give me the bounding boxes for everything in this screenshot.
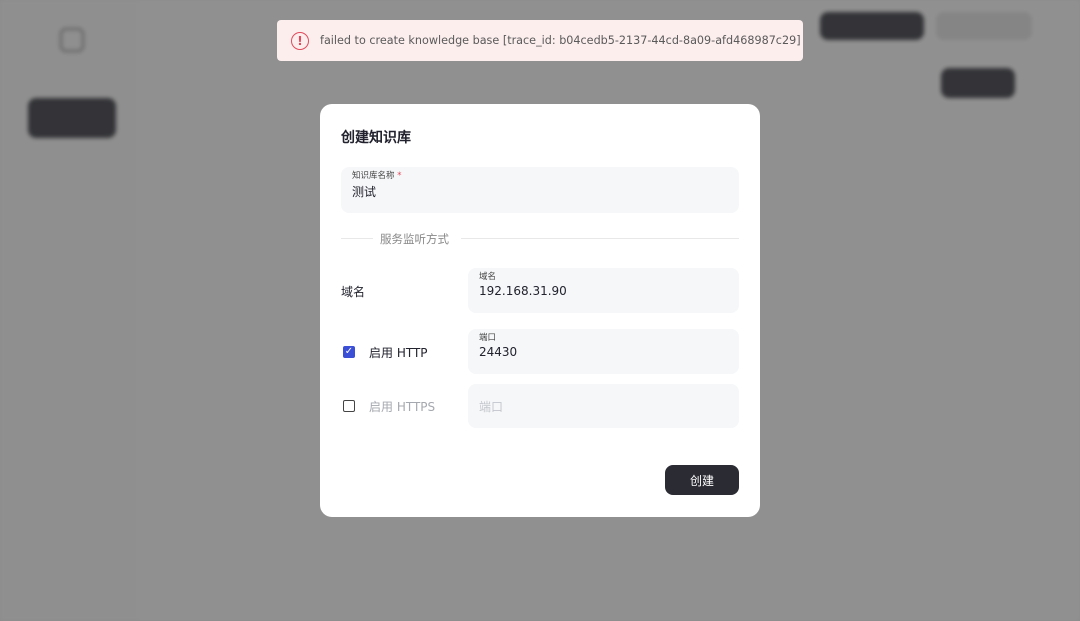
enable-https-checkbox[interactable]: [343, 400, 355, 412]
domain-field-value[interactable]: 192.168.31.90: [479, 284, 567, 298]
domain-row-label: 域名: [341, 285, 366, 299]
domain-field[interactable]: 域名 192.168.31.90: [468, 268, 739, 313]
http-port-field[interactable]: 端口 24430: [468, 329, 739, 374]
create-button[interactable]: 创建: [665, 465, 739, 495]
error-toast: ! failed to create knowledge base [trace…: [277, 20, 803, 61]
knowledge-base-name-field[interactable]: 知识库名称 * 测试: [341, 167, 739, 213]
enable-http-label: 启用 HTTP: [369, 346, 428, 360]
name-field-value[interactable]: 测试: [352, 183, 376, 200]
enable-http-checkbox[interactable]: ✓: [343, 346, 355, 358]
create-knowledge-base-dialog: 创建知识库 知识库名称 * 测试 服务监听方式 域名 域名 192.168.31…: [320, 104, 760, 517]
name-field-label-text: 知识库名称: [352, 171, 395, 181]
name-field-label: 知识库名称 *: [352, 169, 401, 181]
domain-field-label: 域名: [479, 272, 497, 282]
error-circle-icon: !: [291, 31, 309, 50]
enable-https-label: 启用 HTTPS: [369, 400, 436, 414]
https-port-placeholder[interactable]: 端口: [479, 398, 503, 415]
http-port-value[interactable]: 24430: [479, 345, 517, 359]
https-port-field[interactable]: 端口: [468, 384, 739, 428]
divider-line-right: [461, 238, 739, 239]
required-mark: *: [397, 171, 402, 181]
dialog-title: 创建知识库: [341, 130, 411, 146]
http-port-label: 端口: [479, 333, 497, 343]
toast-message: failed to create knowledge base [trace_i…: [320, 34, 801, 47]
divider-line-left: [341, 238, 373, 239]
section-divider-label: 服务监听方式: [380, 231, 449, 247]
